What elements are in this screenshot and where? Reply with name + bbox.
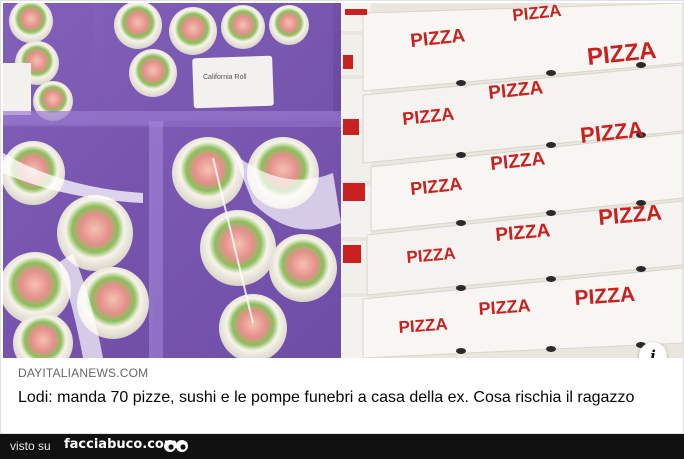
watermark-bar: visto su facciabuco.com [0,434,684,459]
seen-on-label: visto su [10,439,51,453]
pizza-label: PIZZA [478,295,531,319]
sushi-tag: California Roll [203,74,247,81]
link-preview-card[interactable]: California Roll PIZZA PIZZA PIZZA PIZZA … [0,0,684,434]
brand-name: facciabuco.com [64,437,178,452]
pizza-boxes-photo: PIZZA PIZZA PIZZA PIZZA PIZZA PIZZA PIZZ… [341,3,683,358]
eyes-icon [164,440,188,452]
pizza-label: PIZZA [574,283,636,310]
article-image[interactable]: California Roll PIZZA PIZZA PIZZA PIZZA … [3,3,683,358]
sushi-photo: California Roll [3,3,341,358]
article-headline[interactable]: Lodi: manda 70 pizze, sushi e le pompe f… [18,387,658,409]
sushi-illustration: California Roll [3,3,341,358]
pizza-label: PIZZA [398,315,448,337]
source-domain[interactable]: DAYITALIANEWS.COM [18,366,148,380]
pizza-boxes-illustration: PIZZA PIZZA PIZZA PIZZA PIZZA PIZZA PIZZ… [341,3,683,358]
